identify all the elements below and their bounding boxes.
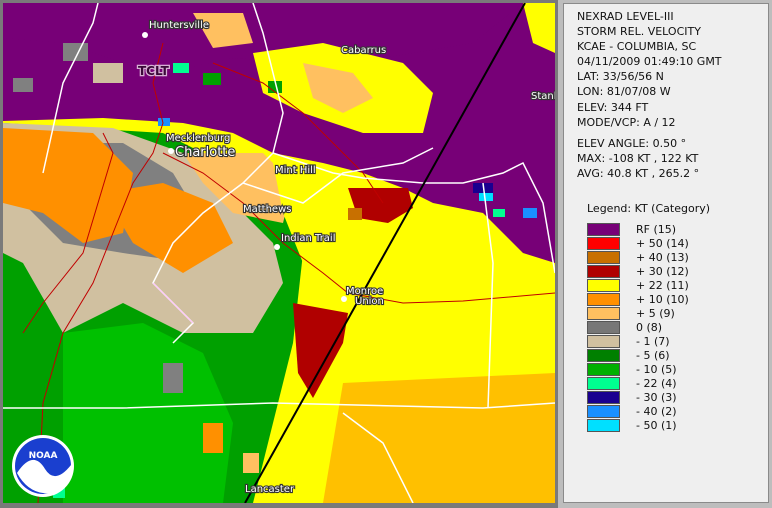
- legend-item: - 5 (6): [587, 348, 689, 362]
- county-mecklenburg: Mecklenburg: [166, 133, 230, 144]
- legend-title: Legend: KT (Category): [587, 202, 711, 215]
- gate-green-3: [493, 209, 505, 217]
- gate-gray-2: [13, 78, 33, 92]
- legend-item: - 40 (2): [587, 404, 689, 418]
- charlotte-marker: [168, 148, 174, 154]
- gate-gray-3: [163, 363, 183, 393]
- legend-item: + 10 (10): [587, 292, 689, 306]
- legend-item: - 1 (7): [587, 334, 689, 348]
- legend-label: + 30 (12): [636, 264, 689, 278]
- legend-label: - 30 (3): [636, 390, 677, 404]
- legend-item: + 30 (12): [587, 264, 689, 278]
- avg-velocity: AVG: 40.8 KT , 265.2 °: [577, 166, 700, 180]
- legend-label: 0 (8): [636, 320, 663, 334]
- legend-swatch: [587, 390, 620, 404]
- legend-swatch: [587, 250, 620, 264]
- svg-text:NOAA: NOAA: [29, 451, 58, 461]
- legend-label: - 10 (5): [636, 362, 677, 376]
- gate-orange-2: [203, 423, 223, 453]
- legend-label: - 50 (1): [636, 418, 677, 432]
- legend-swatch: [587, 236, 620, 250]
- site-longitude: LON: 81/07/08 W: [577, 85, 671, 99]
- velocity-region-positive-10-southeast: [323, 373, 555, 503]
- city-charlotte: Charlotte: [175, 145, 235, 160]
- gate-tan-2: [243, 453, 259, 473]
- gate-tan-1: [93, 63, 123, 83]
- product-info-panel: NEXRAD LEVEL-III STORM REL. VELOCITY KCA…: [563, 3, 769, 503]
- county-union: Union: [355, 296, 384, 307]
- noaa-logo: NOAA: [12, 435, 74, 497]
- legend-label: - 22 (4): [636, 376, 677, 390]
- legend-swatch: [587, 362, 620, 376]
- city-matthews: Matthews: [243, 204, 291, 215]
- legend-swatch: [587, 418, 620, 432]
- legend-item: + 22 (11): [587, 278, 689, 292]
- legend-label: + 5 (9): [636, 306, 675, 320]
- legend-label: + 50 (14): [636, 236, 689, 250]
- legend-swatch: [587, 320, 620, 334]
- legend-label: + 22 (11): [636, 278, 689, 292]
- product-title: NEXRAD LEVEL-III: [577, 10, 674, 23]
- gate-blue-2: [523, 208, 537, 218]
- site-elevation: ELEV: 344 FT: [577, 100, 649, 114]
- legend-label: - 40 (2): [636, 404, 677, 418]
- city-indian-trail: Indian Trail: [281, 233, 336, 244]
- gate-orange-1: [348, 208, 362, 220]
- legend-item: + 50 (14): [587, 236, 689, 250]
- gate-green-1: [203, 73, 221, 85]
- radar-map-panel: Huntersville Cabarrus TCLT Stanl Mecklen…: [0, 0, 558, 508]
- radar-site-tclt: TCLT: [138, 64, 170, 78]
- legend-item: RF (15): [587, 222, 689, 236]
- city-cabarrus: Cabarrus: [341, 45, 386, 56]
- legend-swatch: [587, 404, 620, 418]
- city-stanly: Stanl: [531, 91, 555, 102]
- header-info: NEXRAD LEVEL-III STORM REL. VELOCITY KCA…: [564, 4, 768, 181]
- legend-label: RF (15): [636, 222, 677, 236]
- city-mint-hill: Mint Hill: [275, 165, 316, 176]
- legend-item: - 10 (5): [587, 362, 689, 376]
- legend: RF (15) + 50 (14) + 40 (13) + 30 (12) + 22 (…: [587, 222, 689, 432]
- legend-swatch: [587, 264, 620, 278]
- gate-blue-1: [158, 118, 170, 126]
- legend-item: - 22 (4): [587, 376, 689, 390]
- radar-map: Huntersville Cabarrus TCLT Stanl Mecklen…: [3, 3, 555, 503]
- indian-trail-marker: [274, 244, 280, 250]
- radar-site: KCAE - COLUMBIA, SC: [577, 40, 697, 54]
- legend-item: - 50 (1): [587, 418, 689, 432]
- mode-vcp: MODE/VCP: A / 12: [577, 115, 676, 129]
- legend-swatch: [587, 222, 620, 236]
- legend-swatch: [587, 376, 620, 390]
- legend-item: - 30 (3): [587, 390, 689, 404]
- huntersville-marker: [142, 32, 148, 38]
- legend-item: + 5 (9): [587, 306, 689, 320]
- legend-label: + 10 (10): [636, 292, 689, 306]
- legend-swatch: [587, 334, 620, 348]
- legend-label: - 5 (6): [636, 348, 670, 362]
- legend-swatch: [587, 348, 620, 362]
- scan-timestamp: 04/11/2009 01:49:10 GMT: [577, 55, 722, 69]
- gate-cyan-1: [479, 193, 493, 201]
- elev-angle: ELEV ANGLE: 0.50 °: [577, 136, 687, 150]
- legend-label: + 40 (13): [636, 250, 689, 264]
- legend-swatch: [587, 278, 620, 292]
- legend-item: + 40 (13): [587, 250, 689, 264]
- product-type: STORM REL. VELOCITY: [577, 25, 701, 39]
- site-latitude: LAT: 33/56/56 N: [577, 70, 664, 84]
- max-velocity: MAX: -108 KT , 122 KT: [577, 151, 699, 165]
- legend-swatch: [587, 292, 620, 306]
- gate-teal-1: [173, 63, 189, 73]
- legend-label: - 1 (7): [636, 334, 670, 348]
- city-huntersville: Huntersville: [149, 20, 209, 31]
- city-lancaster: Lancaster: [245, 484, 295, 495]
- legend-swatch: [587, 306, 620, 320]
- legend-item: 0 (8): [587, 320, 689, 334]
